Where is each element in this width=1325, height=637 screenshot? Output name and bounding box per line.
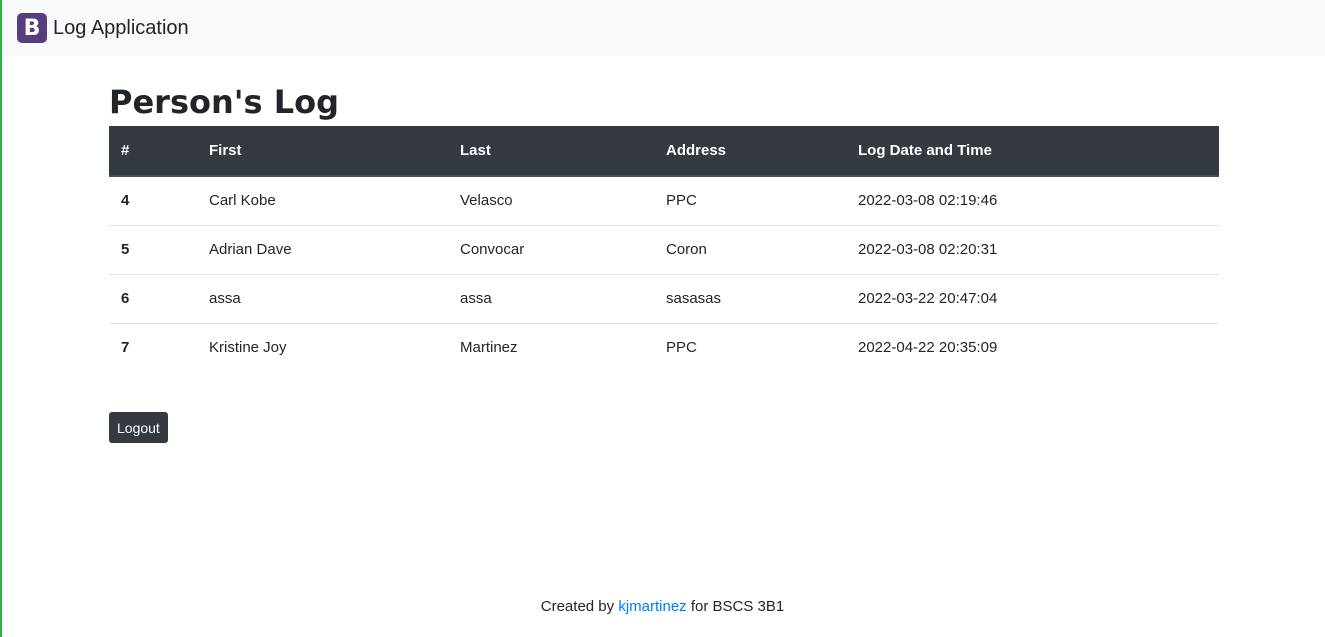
logout-button[interactable]: Logout: [109, 412, 168, 443]
cell-first: assa: [197, 273, 448, 323]
table-row: 5 Adrian Dave Convocar Coron 2022-03-08 …: [109, 224, 1219, 274]
cell-datetime: 2022-03-08 02:19:46: [858, 192, 998, 210]
navbar-brand[interactable]: B Log Application: [17, 13, 189, 43]
main-container: Person's Log # First Last Address Log Da…: [109, 80, 1219, 443]
table-body: 4 Carl Kobe Velasco PPC 2022-03-08 02:19…: [109, 176, 1219, 372]
cell-datetime: 2022-03-22 20:47:04: [846, 273, 1219, 323]
footer-author-link[interactable]: kjmartinez: [618, 598, 686, 615]
table-header: # First Last Address Log Date and Time: [109, 126, 1219, 177]
column-header-number: #: [109, 126, 197, 177]
footer-prefix: Created by: [540, 598, 615, 615]
column-header-last: Last: [448, 126, 654, 177]
cell-address: Coron: [654, 224, 846, 274]
page-title: Person's Log: [109, 83, 340, 121]
cell-last: Velasco: [460, 192, 513, 210]
footer-suffix: for BSCS 3B1: [690, 598, 785, 615]
cell-last: assa: [448, 273, 654, 323]
navbar: B Log Application: [2, 0, 1325, 56]
table-row: 6 assa assa sasasas 2022-03-22 20:47:04: [109, 273, 1219, 323]
table-row: 4 Carl Kobe Velasco PPC 2022-03-08 02:19…: [109, 176, 1219, 225]
cell-id: 7: [109, 322, 197, 372]
cell-datetime: 2022-04-22 20:35:09: [846, 322, 1219, 372]
window-left-edge: [0, 0, 2, 637]
cell-address: sasasas: [654, 273, 846, 323]
cell-first: Kristine Joy: [197, 322, 448, 372]
column-header-address: Address: [654, 126, 846, 177]
cell-id: 5: [109, 224, 197, 274]
cell-first: Carl Kobe: [209, 192, 276, 210]
cell-last: Convocar: [448, 224, 654, 274]
column-header-log-datetime: Log Date and Time: [846, 126, 1219, 177]
footer: Created by kjmartinez for BSCS 3B1: [0, 598, 1325, 615]
app-title: Log Application: [53, 16, 189, 39]
cell-id: 4: [121, 192, 130, 210]
cell-id: 6: [109, 273, 197, 323]
cell-address: PPC: [666, 192, 697, 210]
cell-address: PPC: [654, 322, 846, 372]
column-header-first: First: [197, 126, 448, 177]
cell-datetime: 2022-03-08 02:20:31: [846, 224, 1219, 274]
log-table: # First Last Address Log Date and Time 4…: [109, 126, 1219, 372]
bootstrap-logo-icon: B: [17, 13, 47, 43]
cell-last: Martinez: [448, 322, 654, 372]
cell-first: Adrian Dave: [197, 224, 448, 274]
table-row: 7 Kristine Joy Martinez PPC 2022-04-22 2…: [109, 322, 1219, 372]
